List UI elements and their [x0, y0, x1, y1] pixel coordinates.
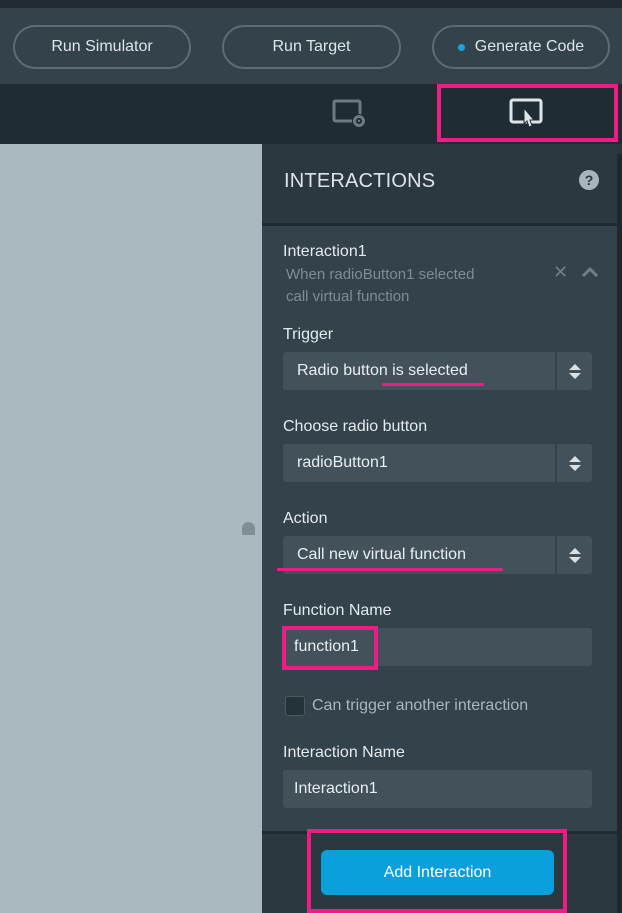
interaction-description-line1: When radioButton1 selected: [286, 266, 475, 283]
help-icon[interactable]: ?: [579, 170, 599, 190]
interaction-pointer-icon: [509, 98, 543, 128]
add-interaction-button[interactable]: Add Interaction: [321, 850, 554, 895]
tab-interactions[interactable]: [437, 84, 617, 144]
interaction-editor: Interaction1 When radioButton1 selected …: [262, 226, 617, 831]
select-arrows-icon: [555, 536, 592, 574]
top-strip: [0, 0, 622, 8]
generate-code-label: Generate Code: [474, 38, 585, 55]
select-arrows-icon: [555, 352, 592, 390]
trigger-value: Radio button is selected: [297, 362, 468, 379]
function-name-input[interactable]: function1: [283, 628, 592, 666]
run-simulator-label: Run Simulator: [51, 38, 153, 55]
interactions-panel: INTERACTIONS ? Interaction1 When radioBu…: [262, 144, 617, 913]
panel-tabbar: [0, 84, 622, 144]
tab-screen-settings[interactable]: [300, 84, 400, 144]
action-value: Call new virtual function: [297, 546, 466, 563]
delete-icon[interactable]: ✕: [553, 262, 568, 283]
highlight-underline-trigger: [382, 383, 484, 386]
radio-button-select[interactable]: radioButton1: [283, 444, 592, 482]
generate-code-button[interactable]: Generate Code: [432, 25, 610, 69]
can-trigger-label: Can trigger another interaction: [312, 697, 529, 714]
trigger-label: Trigger: [283, 326, 334, 343]
can-trigger-checkbox[interactable]: [285, 696, 305, 716]
select-arrows-icon: [555, 444, 592, 482]
highlight-underline-action: [277, 568, 503, 571]
action-label: Action: [283, 510, 328, 527]
toolbar: Run Simulator Run Target Generate Code: [0, 8, 622, 84]
panel-scrollbar-track[interactable]: [617, 154, 622, 913]
panel-title: INTERACTIONS: [284, 170, 436, 192]
run-target-button[interactable]: Run Target: [222, 25, 401, 69]
function-name-label: Function Name: [283, 602, 392, 619]
status-dot-icon: [457, 43, 465, 51]
panel-footer: Add Interaction: [262, 834, 617, 913]
radio-button-value: radioButton1: [297, 454, 388, 471]
run-simulator-button[interactable]: Run Simulator: [13, 25, 191, 69]
interaction-description-line2: call virtual function: [286, 288, 410, 305]
collapse-chevron-icon[interactable]: [581, 266, 599, 278]
interaction-name-label: Interaction Name: [283, 744, 405, 761]
design-canvas[interactable]: [0, 144, 262, 913]
panel-resize-handle[interactable]: [242, 522, 255, 535]
radio-button-label: Choose radio button: [283, 418, 428, 435]
screen-settings-icon: [332, 99, 366, 128]
interaction-name-input[interactable]: Interaction1: [283, 770, 592, 808]
interaction-title: Interaction1: [283, 243, 367, 260]
run-target-label: Run Target: [272, 38, 351, 55]
